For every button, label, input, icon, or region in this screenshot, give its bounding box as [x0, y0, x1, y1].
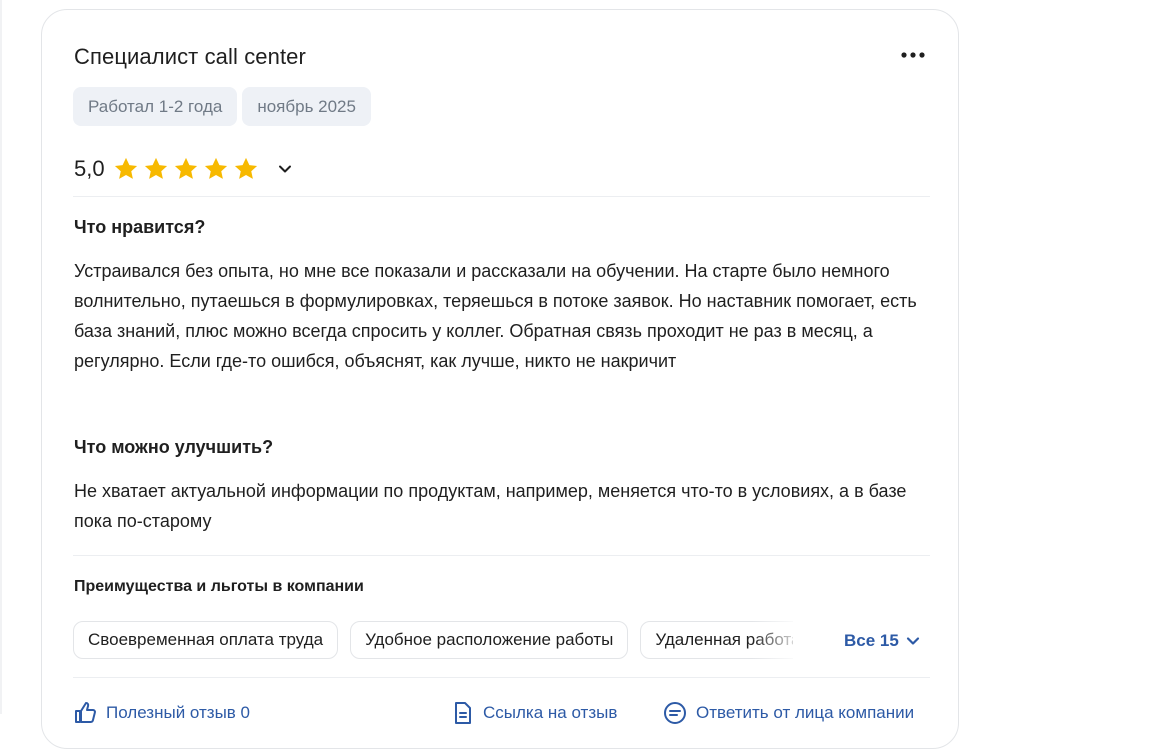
useful-review-label: Полезный отзыв 0 — [106, 703, 251, 722]
review-link-button[interactable]: Ссылка на отзыв — [451, 700, 617, 726]
rating-value: 5,0 — [74, 156, 105, 181]
left-edge-divider — [0, 0, 2, 714]
benefits-fade — [752, 621, 812, 661]
benefit-chip[interactable]: Удобное расположение работы — [350, 621, 629, 659]
improve-text: Не хватает актуальной информации по прод… — [74, 481, 907, 531]
actions-divider — [73, 677, 930, 678]
rating-divider — [73, 196, 930, 197]
star-icon — [234, 157, 257, 179]
rating-summary: 5,0 — [74, 155, 296, 183]
rating-stars — [112, 155, 260, 183]
reply-as-company-label: Ответить от лица компании — [696, 703, 915, 722]
benefits-divider — [73, 555, 930, 556]
reply-as-company-button[interactable]: Ответить от лица компании — [662, 700, 914, 726]
review-tags: Работал 1-2 года ноябрь 2025 — [73, 87, 371, 126]
star-icon — [204, 157, 227, 179]
benefits-heading: Преимущества и льготы в компании — [74, 578, 364, 595]
chevron-down-icon — [278, 165, 291, 173]
more-icon — [901, 52, 925, 58]
improve-heading: Что можно улучшить? — [74, 437, 274, 457]
review-link-label: Ссылка на отзыв — [483, 703, 618, 722]
star-icon — [114, 157, 137, 179]
chevron-down-icon — [906, 637, 919, 645]
show-all-label: Все 15 — [844, 631, 899, 650]
thumbs-up-icon — [75, 702, 96, 723]
benefits-list: Своевременная оплата труда Удобное распо… — [73, 621, 793, 661]
date-tag: ноябрь 2025 — [242, 87, 371, 126]
rating-expand-button[interactable] — [274, 158, 296, 180]
link-icon — [455, 702, 471, 724]
star-icon — [174, 157, 197, 179]
reply-icon — [664, 702, 686, 724]
useful-review-button[interactable]: Полезный отзыв 0 — [72, 700, 250, 726]
likes-heading: Что нравится? — [74, 217, 206, 237]
review-card: Специалист call center Работал 1-2 года … — [41, 9, 959, 749]
more-options-button[interactable] — [894, 40, 930, 68]
likes-text: Устраивался без опыта, но мне все показа… — [74, 261, 917, 371]
show-all-benefits-button[interactable]: Все 15 — [844, 631, 920, 651]
review-title: Специалист call center — [74, 44, 306, 69]
star-icon — [144, 157, 167, 179]
experience-tag: Работал 1-2 года — [73, 87, 238, 126]
benefit-chip[interactable]: Своевременная оплата труда — [73, 621, 339, 659]
review-actions: Полезный отзыв 0 Ссылка на отзыв Ответит… — [72, 700, 942, 730]
